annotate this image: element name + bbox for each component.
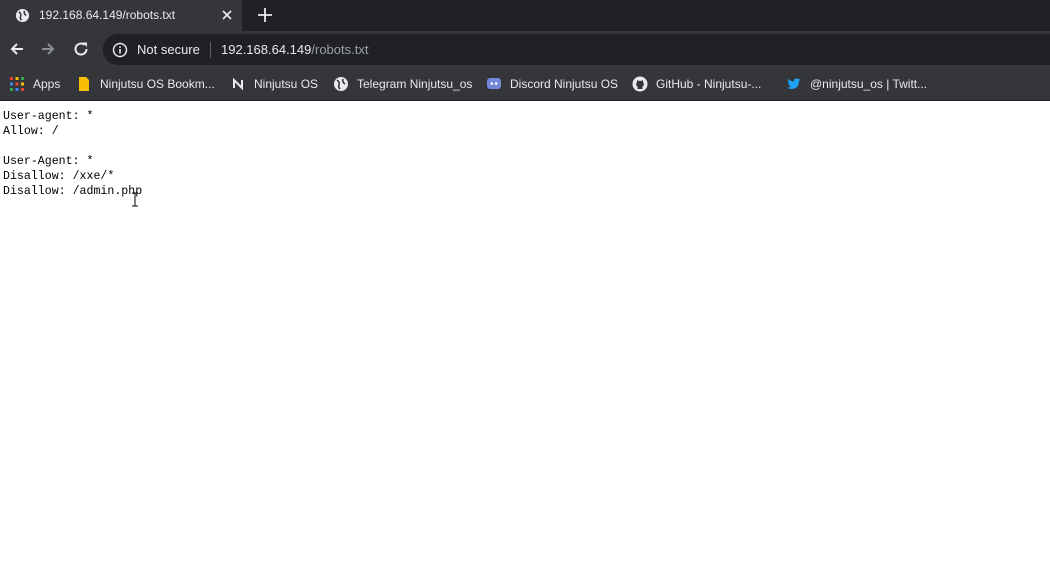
bookmark-apps[interactable]: Apps <box>9 74 60 94</box>
back-arrow-icon[interactable] <box>8 40 26 58</box>
bookmark-label: Discord Ninjutsu OS <box>510 77 619 91</box>
folder-icon <box>79 77 89 91</box>
discord-icon <box>487 78 501 89</box>
tab-title: 192.168.64.149/robots.txt <box>39 8 176 22</box>
info-icon[interactable] <box>112 42 128 58</box>
bookmark-telegram[interactable]: Telegram Ninjutsu_os <box>333 74 472 94</box>
globe-icon <box>15 8 30 23</box>
apps-grid-icon <box>10 77 24 91</box>
tab-strip: 192.168.64.149/robots.txt <box>0 0 1050 31</box>
twitter-icon <box>787 78 801 89</box>
tab-active[interactable]: 192.168.64.149/robots.txt <box>0 0 242 31</box>
url-host: 192.168.64.149 <box>221 42 312 57</box>
github-icon <box>632 76 648 92</box>
bookmark-label: @ninjutsu_os | Twitt... <box>810 77 928 91</box>
bookmark-ninjutsu-os[interactable]: Ninjutsu OS <box>230 74 318 94</box>
not-secure-label[interactable]: Not secure <box>137 42 200 57</box>
close-icon[interactable] <box>218 6 236 24</box>
bookmark-label: GitHub - Ninjutsu-... <box>656 77 762 91</box>
bookmark-twitter[interactable]: @ninjutsu_os | Twitt... <box>786 74 927 94</box>
bookmark-label: Ninjutsu OS <box>254 77 319 91</box>
text-cursor-icon <box>132 192 138 207</box>
reload-icon[interactable] <box>72 40 90 58</box>
bookmarks-bar: Apps Ninjutsu OS Bookm... Ninjutsu OS Te… <box>0 68 1050 101</box>
new-tab-icon[interactable] <box>255 5 275 25</box>
robots-txt-text: User-agent: * Allow: / User-Agent: * Dis… <box>3 110 143 198</box>
url-path: /robots.txt <box>311 42 369 57</box>
bookmark-label: Apps <box>33 77 61 91</box>
bookmark-discord[interactable]: Discord Ninjutsu OS <box>486 74 618 94</box>
globe-icon <box>334 77 348 91</box>
url-text[interactable]: 192.168.64.149/robots.txt <box>221 42 368 57</box>
forward-arrow-icon[interactable] <box>39 40 57 58</box>
address-separator <box>210 42 211 58</box>
page-content: User-agent: * Allow: / User-Agent: * Dis… <box>0 101 1050 562</box>
bookmark-label: Ninjutsu OS Bookm... <box>100 77 215 91</box>
bookmark-label: Telegram Ninjutsu_os <box>357 77 473 91</box>
browser-toolbar: Not secure 192.168.64.149/robots.txt <box>0 31 1050 68</box>
bookmark-github[interactable]: GitHub - Ninjutsu-... <box>632 74 761 94</box>
bookmark-ninjutsu-folder[interactable]: Ninjutsu OS Bookm... <box>76 74 215 94</box>
address-bar[interactable]: Not secure 192.168.64.149/robots.txt <box>103 34 1050 65</box>
ninjutsu-n-icon <box>233 77 243 91</box>
